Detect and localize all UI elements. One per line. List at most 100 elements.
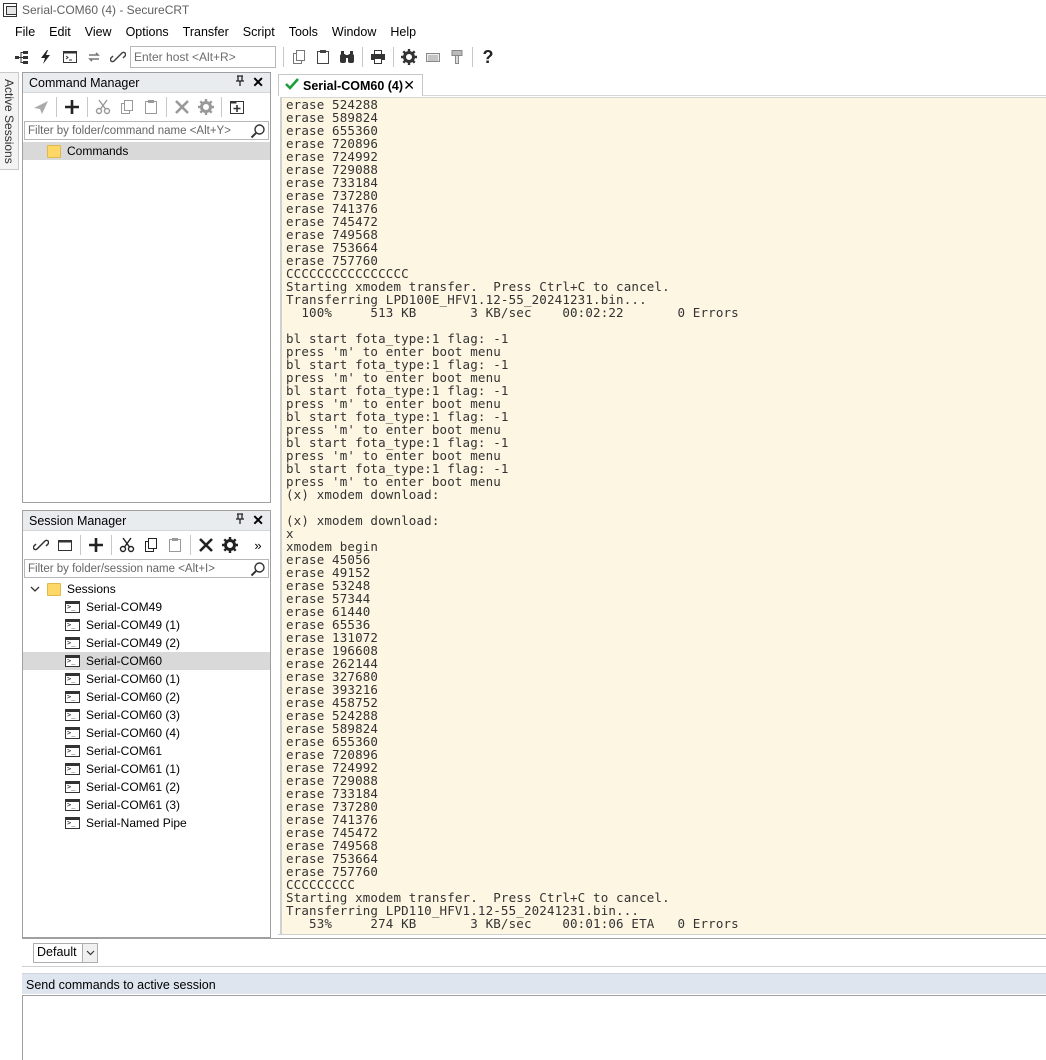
quick-connect-icon[interactable] (34, 45, 58, 69)
enter-host-input[interactable] (130, 46, 276, 68)
toolbar-divider (221, 97, 222, 117)
search-icon[interactable] (250, 561, 266, 580)
menu-edit[interactable]: Edit (42, 25, 78, 39)
session-manager-panel: Session Manager ✕ » Filter by folder/ses… (22, 510, 271, 938)
connect-tree-icon[interactable] (10, 45, 34, 69)
session-item-selected[interactable]: Serial-COM60 (23, 652, 270, 670)
session-item[interactable]: Serial-COM61 (23, 742, 270, 760)
overflow-chevron-icon[interactable]: » (246, 533, 270, 557)
toolbar-divider (166, 97, 167, 117)
session-label: Serial-COM61 (2) (86, 780, 181, 794)
session-item[interactable]: Serial-Named Pipe (23, 814, 270, 832)
toolbar-divider (472, 47, 473, 67)
session-manager-header: Session Manager ✕ (23, 511, 270, 531)
help-icon[interactable]: ? (476, 45, 500, 69)
connected-check-icon (285, 78, 299, 93)
copy-icon[interactable] (115, 95, 139, 119)
command-filter-input[interactable] (25, 122, 249, 139)
toolbar-divider (111, 535, 112, 555)
session-label: Serial-COM61 (3) (86, 798, 181, 812)
session-item[interactable]: Serial-COM61 (1) (23, 760, 270, 778)
app-icon (3, 3, 17, 17)
session-tab-strip: Serial-COM60 (4) ✕ (278, 72, 1046, 96)
connect-in-tab-icon[interactable] (53, 533, 77, 557)
session-label: Serial-COM60 (86, 654, 163, 668)
menu-file[interactable]: File (8, 25, 42, 39)
cut-icon[interactable] (115, 533, 139, 557)
menu-bar: File Edit View Options Transfer Script T… (0, 22, 1046, 42)
menu-tools[interactable]: Tools (282, 25, 325, 39)
delete-icon[interactable] (194, 533, 218, 557)
pin-icon[interactable] (235, 513, 245, 528)
session-item[interactable]: Serial-COM49 (23, 598, 270, 616)
toolbar-divider (362, 47, 363, 67)
tree-item-label: Sessions (67, 582, 116, 596)
title-bar: Serial-COM60 (4) - SecureCRT (0, 0, 1046, 22)
copy-icon[interactable] (287, 45, 311, 69)
session-label: Serial-COM60 (1) (86, 672, 181, 686)
terminal-output: erase 524288 erase 589824 erase 655360 e… (286, 97, 739, 931)
session-item[interactable]: Serial-COM49 (1) (23, 616, 270, 634)
button-bar-select[interactable]: Default (33, 943, 98, 963)
toolbar-divider (56, 97, 57, 117)
chevron-down-icon[interactable] (29, 585, 41, 593)
session-item[interactable]: Serial-COM60 (4) (23, 724, 270, 742)
reconnect-icon[interactable] (82, 45, 106, 69)
terminal-icon (65, 727, 80, 739)
disconnect-icon[interactable] (106, 45, 130, 69)
copy-icon[interactable] (139, 533, 163, 557)
menu-help[interactable]: Help (383, 25, 423, 39)
tree-item-commands[interactable]: Commands (23, 142, 270, 160)
session-item[interactable]: Serial-COM49 (2) (23, 634, 270, 652)
paste-icon[interactable] (139, 95, 163, 119)
sftp-icon[interactable] (445, 45, 469, 69)
session-options-icon[interactable] (397, 45, 421, 69)
session-label: Serial-COM49 (1) (86, 618, 181, 632)
connect-in-tab-icon[interactable] (58, 45, 82, 69)
properties-gear-icon[interactable] (194, 95, 218, 119)
close-icon[interactable]: ✕ (252, 512, 264, 529)
connect-link-icon[interactable] (29, 533, 53, 557)
tab-serial-com60-4[interactable]: Serial-COM60 (4) ✕ (278, 74, 423, 96)
close-icon[interactable]: ✕ (403, 77, 415, 94)
close-icon[interactable]: ✕ (252, 74, 264, 91)
menu-view[interactable]: View (78, 25, 119, 39)
terminal-icon (65, 655, 80, 667)
divider (22, 938, 1046, 939)
terminal-view[interactable]: erase 524288 erase 589824 erase 655360 e… (280, 97, 1046, 934)
menu-window[interactable]: Window (325, 25, 383, 39)
terminal-icon (65, 763, 80, 775)
menu-script[interactable]: Script (236, 25, 282, 39)
session-item[interactable]: Serial-COM60 (1) (23, 670, 270, 688)
session-item[interactable]: Serial-COM61 (3) (23, 796, 270, 814)
new-folder-icon[interactable] (225, 95, 249, 119)
keymap-icon[interactable] (421, 45, 445, 69)
session-filter-input[interactable] (25, 560, 249, 577)
paste-icon[interactable] (311, 45, 335, 69)
menu-transfer[interactable]: Transfer (176, 25, 236, 39)
session-item[interactable]: Serial-COM60 (2) (23, 688, 270, 706)
session-manager-toolbar: » (23, 531, 270, 559)
add-icon[interactable] (60, 95, 84, 119)
search-icon[interactable] (250, 123, 266, 142)
add-icon[interactable] (84, 533, 108, 557)
delete-icon[interactable] (170, 95, 194, 119)
command-window-input[interactable] (22, 995, 1046, 1060)
session-manager-title: Session Manager (29, 514, 127, 528)
send-command-icon[interactable] (29, 95, 53, 119)
pin-icon[interactable] (235, 75, 245, 90)
chevron-down-icon[interactable] (82, 944, 97, 962)
paste-icon[interactable] (163, 533, 187, 557)
command-manager-header: Command Manager ✕ (23, 73, 270, 93)
terminal-icon (65, 637, 80, 649)
find-icon[interactable] (335, 45, 359, 69)
menu-options[interactable]: Options (119, 25, 176, 39)
folder-icon (47, 582, 61, 596)
tree-item-sessions[interactable]: Sessions (23, 580, 270, 598)
session-item[interactable]: Serial-COM60 (3) (23, 706, 270, 724)
active-sessions-tab[interactable]: Active Sessions (0, 72, 19, 170)
print-icon[interactable] (366, 45, 390, 69)
properties-gear-icon[interactable] (218, 533, 242, 557)
session-item[interactable]: Serial-COM61 (2) (23, 778, 270, 796)
cut-icon[interactable] (91, 95, 115, 119)
